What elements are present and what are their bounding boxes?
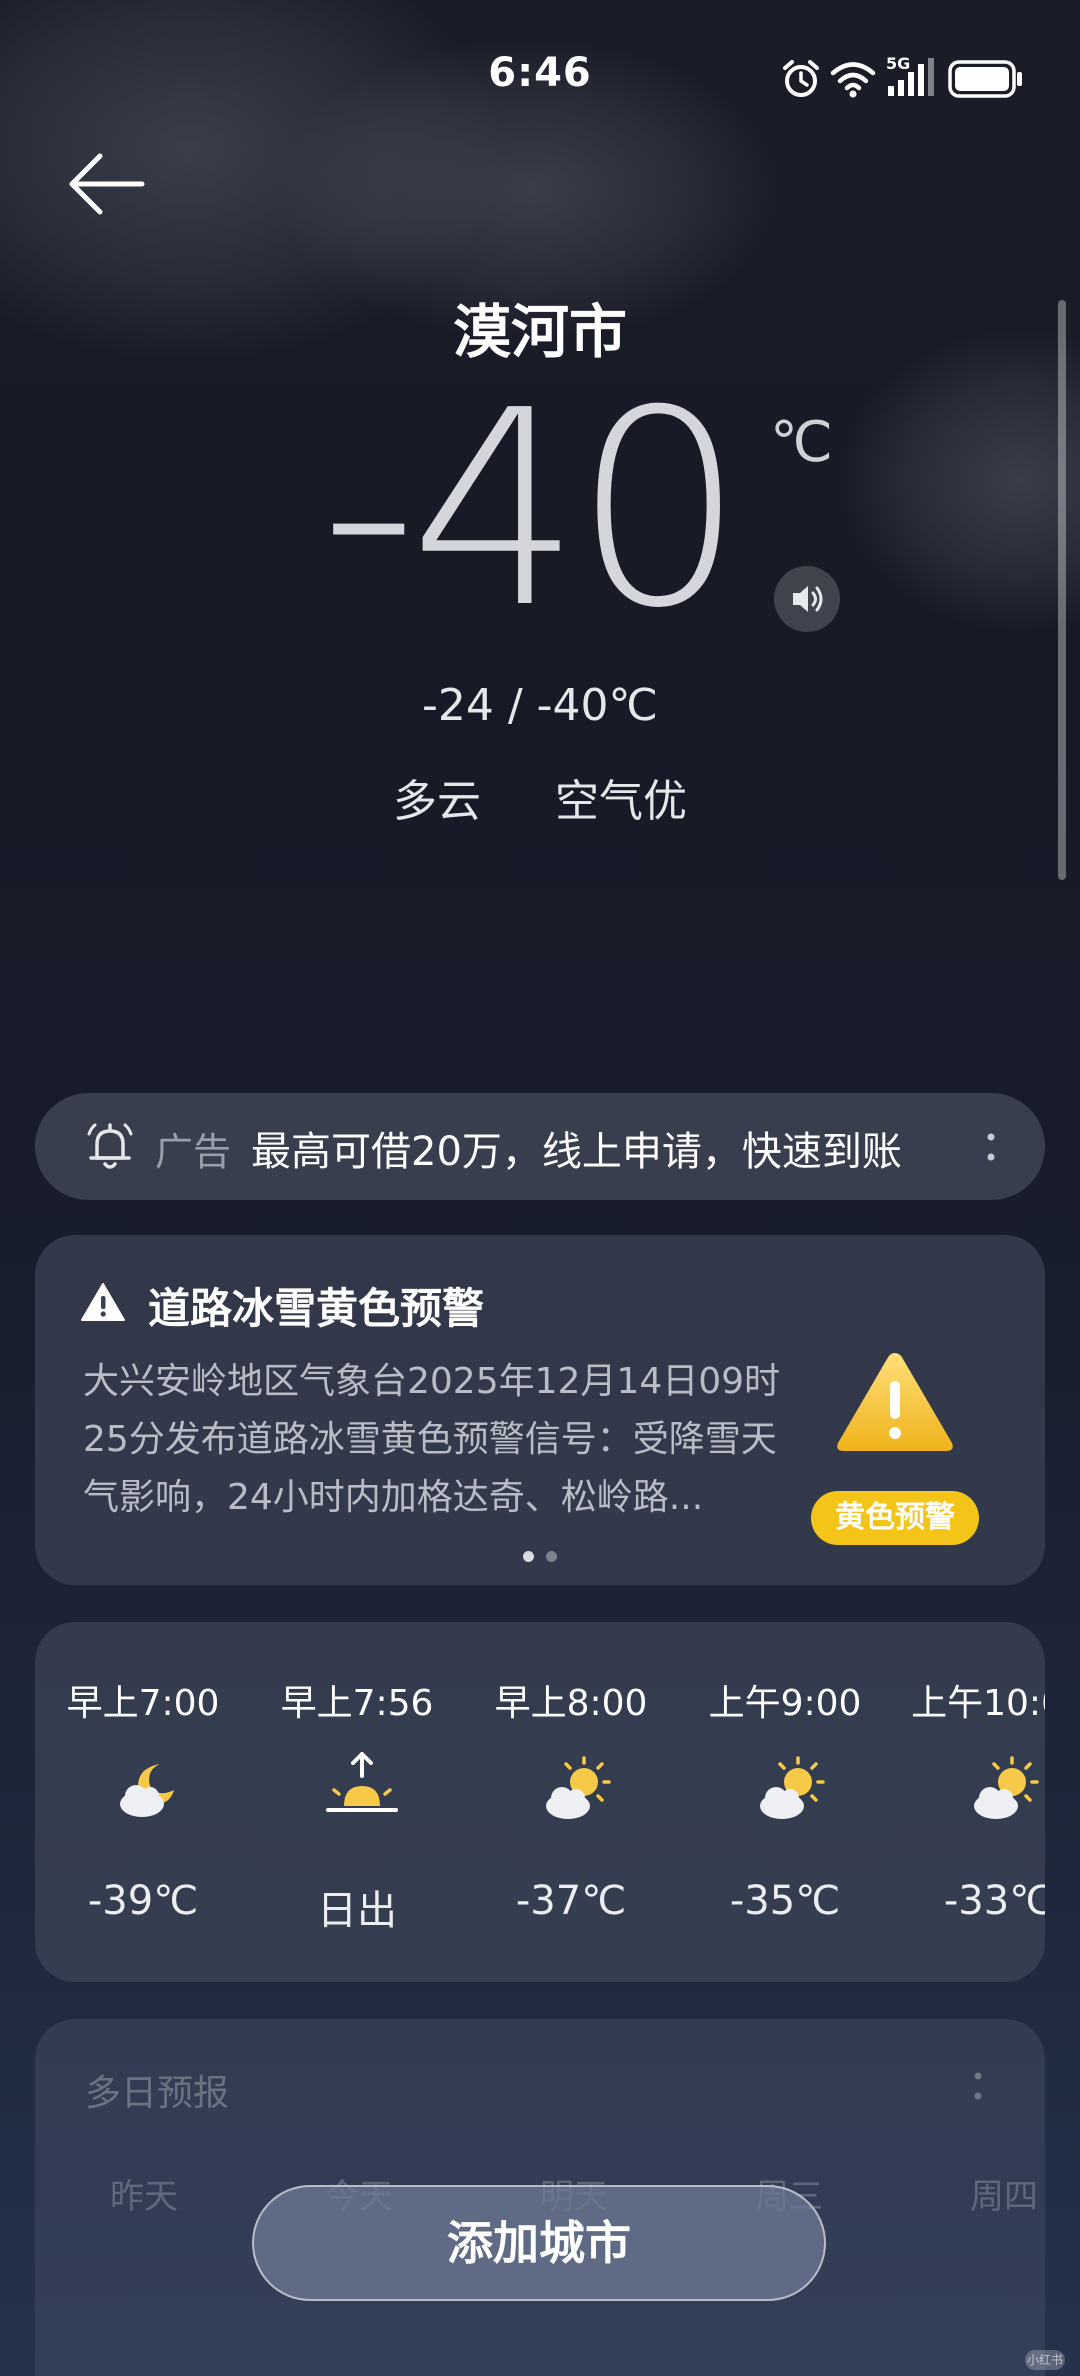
hourly-temperature: -33℃: [943, 1878, 1045, 1924]
alarm-icon: [780, 58, 822, 104]
hourly-temperature: -37℃: [515, 1878, 627, 1924]
moon-cloud-icon: [108, 1750, 188, 1830]
status-bar: 6:46 5G: [0, 0, 1080, 160]
weather-screen: 6:46 5G 漠河市 -40 ℃ -24 / -40℃ 多云 空气优 广告 最…: [0, 0, 1080, 2376]
hourly-item: 早上7:00 -39℃: [43, 1622, 243, 1982]
weather-condition: 多云: [393, 776, 481, 827]
forecast-title: 多日预报: [85, 2073, 230, 2114]
current-temperature-block: -40: [0, 352, 1080, 667]
hourly-time: 早上8:00: [494, 1683, 648, 1724]
ad-label: 广告: [155, 1130, 232, 1174]
warning-body: 大兴安岭地区气象台2025年12月14日09时25分发布道路冰雪黄色预警信号：受…: [83, 1361, 781, 1518]
sun-cloud-icon: [536, 1750, 616, 1830]
speaker-button[interactable]: [774, 566, 840, 632]
forecast-day: 周四: [970, 2177, 1038, 2217]
hourly-item: 早上7:56 日出: [257, 1622, 457, 1982]
hourly-temperature: 日出: [317, 1888, 397, 1934]
weather-description: 多云 空气优: [0, 765, 1080, 829]
sun-cloud-icon: [964, 1750, 1044, 1830]
signal-icon: 5G: [886, 54, 936, 102]
hourly-item: 上午10:00 -33℃: [899, 1622, 1045, 1982]
speaker-icon: [793, 586, 823, 612]
warning-title: 道路冰雪黄色预警: [148, 1284, 485, 1333]
back-button[interactable]: [60, 140, 150, 230]
hourly-temperature: -35℃: [729, 1878, 841, 1924]
air-quality[interactable]: 空气优: [555, 776, 687, 827]
hourly-time: 上午10:00: [911, 1683, 1045, 1724]
scrollbar[interactable]: [1058, 300, 1066, 880]
forecast-day: 昨天: [110, 2177, 178, 2217]
battery-icon: [948, 60, 1024, 102]
temperature-unit: ℃: [770, 410, 833, 475]
sunrise-icon: [322, 1750, 402, 1830]
add-city-button[interactable]: 添加城市: [252, 2185, 826, 2301]
hourly-time: 早上7:56: [280, 1683, 434, 1724]
warning-icon: [80, 1281, 126, 1327]
network-type: 5G: [886, 54, 911, 73]
ad-text[interactable]: 最高可借20万，线上申请，快速到账: [251, 1119, 902, 1177]
weather-warning-card[interactable]: 道路冰雪黄色预警 大兴安岭地区气象台2025年12月14日09时25分发布道路冰…: [35, 1235, 1045, 1585]
wifi-icon: [830, 60, 876, 102]
warning-level-badge: 黄色预警: [811, 1491, 979, 1545]
sun-cloud-icon: [750, 1750, 830, 1830]
more-vertical-icon[interactable]: [981, 1123, 1001, 1171]
pagination-dot: [546, 1551, 557, 1562]
hourly-temperature: -39℃: [87, 1878, 199, 1924]
hourly-time: 上午9:00: [708, 1683, 862, 1724]
hourly-time: 早上7:00: [66, 1683, 220, 1724]
more-vertical-icon[interactable]: [968, 2064, 988, 2108]
watermark: 小红书: [1025, 2350, 1065, 2370]
pagination-dot-active: [523, 1551, 534, 1562]
hourly-item: 上午9:00 -35℃: [685, 1622, 885, 1982]
temperature-range: -24 / -40℃: [422, 680, 658, 731]
hourly-item: 早上8:00 -37℃: [471, 1622, 671, 1982]
pagination-dots: [35, 1547, 1045, 1566]
ad-banner[interactable]: 广告 最高可借20万，线上申请，快速到账: [35, 1093, 1045, 1200]
current-temperature: -40: [320, 352, 745, 667]
bell-icon: [85, 1120, 135, 1176]
yellow-warning-icon: [832, 1347, 958, 1461]
hourly-forecast-card[interactable]: 早上7:00 -39℃ 早上7:56 日出 早上8:00 -37℃ 上午9:00…: [35, 1622, 1045, 1982]
arrow-left-icon: [69, 153, 145, 215]
